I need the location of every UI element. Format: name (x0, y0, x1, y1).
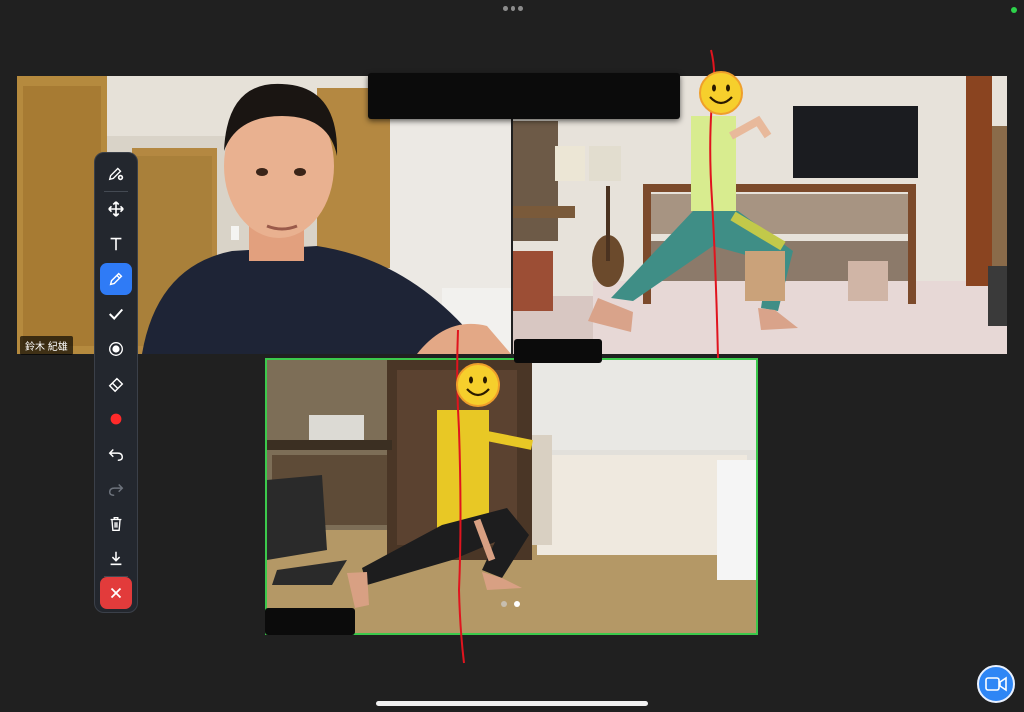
pen-gear-icon (108, 167, 124, 181)
checkmark-icon (108, 308, 124, 320)
camera-button[interactable] (977, 665, 1015, 703)
redo-icon (108, 483, 124, 497)
stamp-tool-button[interactable] (100, 298, 132, 330)
video-tile-active-speaker[interactable] (265, 358, 758, 635)
page-dot[interactable] (501, 601, 507, 607)
participant-name-label: 鈴木 紀雄 (20, 336, 73, 355)
top-more-dots[interactable] (503, 6, 524, 14)
pen-settings-button[interactable] (100, 157, 132, 189)
home-indicator[interactable] (376, 701, 648, 706)
spotlight-tool-button[interactable] (100, 333, 132, 365)
redacted-name-label (514, 339, 602, 363)
page-indicator[interactable] (501, 601, 520, 607)
move-arrows-icon (108, 201, 124, 217)
undo-icon (108, 448, 124, 462)
redo-button[interactable] (100, 473, 132, 505)
video-camera-icon (985, 676, 1007, 692)
save-button[interactable] (100, 542, 132, 574)
eraser-icon (108, 377, 124, 393)
pencil-tool-button[interactable] (100, 263, 132, 295)
color-dot-icon (110, 413, 122, 425)
undo-button[interactable] (100, 438, 132, 470)
annotation-toolbar (94, 152, 138, 613)
close-x-icon (110, 587, 122, 599)
pencil-icon (109, 272, 123, 286)
download-icon (110, 551, 122, 566)
spotlight-icon (109, 342, 123, 356)
clear-button[interactable] (100, 508, 132, 540)
text-icon (110, 237, 122, 251)
move-tool-button[interactable] (100, 193, 132, 225)
redacted-name-label (265, 608, 355, 635)
eraser-tool-button[interactable] (100, 368, 132, 400)
page-dot-current[interactable] (514, 601, 520, 607)
redacted-name-overlay (368, 73, 680, 119)
video-feed-active-speaker (267, 360, 756, 633)
trash-icon (110, 517, 122, 531)
close-toolbar-button[interactable] (100, 577, 132, 609)
color-picker-button[interactable] (100, 403, 132, 435)
text-tool-button[interactable] (100, 228, 132, 260)
recording-status-dot (1011, 7, 1017, 13)
